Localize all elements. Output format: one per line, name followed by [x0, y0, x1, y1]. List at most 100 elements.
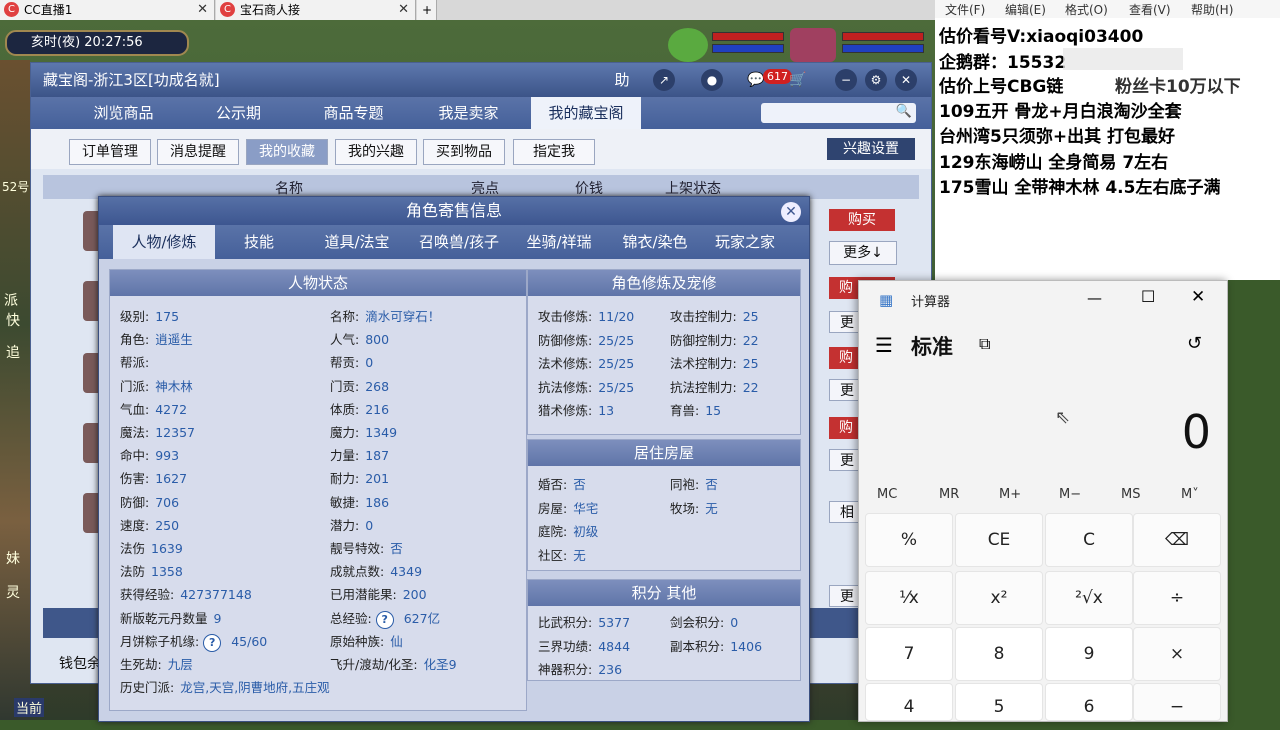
- designated-me-button[interactable]: 指定我: [513, 139, 595, 165]
- field-label: 社区:: [538, 547, 568, 563]
- notepad-line: 109五开 骨龙+月白浪淘沙全套: [939, 102, 1182, 122]
- record-icon[interactable]: ●: [701, 69, 723, 91]
- maximize-icon[interactable]: ☐: [1141, 287, 1155, 306]
- col-name: 名称: [275, 181, 303, 197]
- search-input[interactable]: 🔍: [761, 103, 916, 123]
- menu-help[interactable]: 帮助(H): [1191, 1, 1233, 18]
- field-value: 无: [573, 547, 586, 563]
- calc-key-op-2-3[interactable]: ×: [1133, 627, 1221, 681]
- order-management-button[interactable]: 订单管理: [69, 139, 151, 165]
- menu-edit[interactable]: 编辑(E): [1005, 1, 1046, 18]
- memory-subtract-button[interactable]: M−: [1059, 487, 1081, 502]
- menu-file[interactable]: 文件(F): [945, 1, 985, 18]
- buy-button[interactable]: 购买: [829, 209, 895, 231]
- help-icon[interactable]: ?: [203, 633, 222, 652]
- status-field: 气血: 4272: [120, 399, 187, 418]
- cbg-subnav: 订单管理 消息提醒 我的收藏 我的兴趣 买到物品 指定我 兴趣设置: [31, 129, 931, 169]
- calc-key-op-3-3[interactable]: −: [1133, 683, 1221, 721]
- points-field: 比武积分: 5377: [538, 612, 630, 631]
- field-value: 993: [155, 448, 180, 464]
- character-portrait-icon: [790, 28, 836, 62]
- close-icon[interactable]: ✕: [895, 69, 917, 91]
- calc-key-4[interactable]: 4: [865, 683, 953, 721]
- field-label: 原始种族:: [330, 633, 385, 649]
- left-edge-text: 妹: [6, 551, 20, 567]
- purchased-items-button[interactable]: 买到物品: [423, 139, 505, 165]
- tab-browse[interactable]: 浏览商品: [71, 97, 176, 129]
- calc-key-op-1-0[interactable]: ¹⁄x: [865, 571, 953, 625]
- menu-view[interactable]: 查看(V): [1129, 1, 1171, 18]
- my-interests-button[interactable]: 我的兴趣: [335, 139, 417, 165]
- house-field: 社区: 无: [538, 545, 586, 564]
- close-tab-icon[interactable]: ✕: [197, 0, 208, 20]
- status-field: 法伤 1639: [120, 538, 183, 557]
- minimize-icon[interactable]: −: [835, 69, 857, 91]
- status-field: 生死劫: 九层: [120, 654, 193, 673]
- tab-skills[interactable]: 技能: [229, 225, 289, 259]
- settings-icon[interactable]: ⚙: [865, 69, 887, 91]
- game-left-panel: [0, 60, 30, 720]
- help-button[interactable]: 助: [611, 69, 633, 91]
- my-favorites-button[interactable]: 我的收藏: [246, 139, 328, 165]
- cultivation-field: 攻击修炼: 11/20: [538, 306, 634, 325]
- current-channel-button[interactable]: 当前: [14, 698, 45, 717]
- more-button[interactable]: 更多↓: [829, 241, 897, 265]
- field-value: 45/60: [231, 633, 268, 649]
- tab-character[interactable]: 人物/修炼: [113, 225, 215, 259]
- calc-key-op-0-2[interactable]: C: [1045, 513, 1133, 567]
- browser-tab-gem[interactable]: C 宝石商人接 ✕: [216, 0, 416, 20]
- history-icon[interactable]: ↺: [1187, 333, 1202, 354]
- memory-recall-button[interactable]: MR: [939, 487, 959, 502]
- status-field: 级别: 175: [120, 306, 179, 325]
- keep-on-top-icon[interactable]: ⧉: [979, 334, 990, 354]
- calc-key-7[interactable]: 7: [865, 627, 953, 681]
- character-status-section: 人物状态 级别: 175 角色: 逍遥生 帮派: 门派: 神木林 气血: 4272 魔法: 1235…: [109, 269, 527, 711]
- new-tab-button[interactable]: +: [417, 0, 437, 20]
- message-reminder-button[interactable]: 消息提醒: [157, 139, 239, 165]
- memory-clear-button[interactable]: MC: [877, 487, 897, 502]
- calculator-mode: 标准: [911, 335, 953, 359]
- calc-key-op-1-2[interactable]: ²√x: [1045, 571, 1133, 625]
- cart-icon[interactable]: 🛒: [787, 69, 809, 91]
- menu-icon[interactable]: ☰: [875, 333, 893, 357]
- close-icon[interactable]: ✕: [1191, 287, 1205, 307]
- calc-key-op-0-1[interactable]: CE: [955, 513, 1043, 567]
- field-label: 房屋:: [538, 500, 568, 516]
- calc-key-5[interactable]: 5: [955, 683, 1043, 721]
- tab-outfits[interactable]: 锦衣/染色: [609, 225, 701, 259]
- interest-settings-button[interactable]: 兴趣设置: [827, 138, 915, 160]
- tab-public[interactable]: 公示期: [191, 97, 286, 129]
- calc-key-9[interactable]: 9: [1045, 627, 1133, 681]
- tab-seller[interactable]: 我是卖家: [416, 97, 521, 129]
- browser-tab-cc[interactable]: C CC直播1 ✕: [0, 0, 215, 20]
- col-price: 价钱: [575, 181, 603, 197]
- field-value: 706: [155, 494, 180, 510]
- tab-mounts[interactable]: 坐骑/祥瑞: [513, 225, 605, 259]
- tab-items[interactable]: 道具/法宝: [311, 225, 403, 259]
- share-icon[interactable]: ↗: [653, 69, 675, 91]
- tab-topics[interactable]: 商品专题: [301, 97, 406, 129]
- tab-pets[interactable]: 召唤兽/孩子: [407, 225, 511, 259]
- help-icon[interactable]: ?: [375, 610, 394, 629]
- field-value: 13: [598, 403, 615, 418]
- memory-list-button[interactable]: M˅: [1181, 487, 1199, 502]
- menu-format[interactable]: 格式(O): [1065, 1, 1108, 18]
- close-tab-icon[interactable]: ✕: [398, 0, 409, 20]
- calc-key-op-0-3[interactable]: ⌫: [1133, 513, 1221, 567]
- search-icon[interactable]: 🔍: [896, 104, 912, 119]
- minimize-icon[interactable]: —: [1087, 289, 1102, 307]
- field-value: 22: [742, 379, 759, 395]
- field-value: 427377148: [180, 587, 252, 603]
- memory-add-button[interactable]: M+: [999, 487, 1021, 502]
- tab-player-home[interactable]: 玩家之家: [705, 225, 785, 259]
- tab-my-cbg[interactable]: 我的藏宝阁: [531, 97, 641, 129]
- house-section: 居住房屋 婚否: 否同袍: 否房屋: 华宅 牧场: 无庭院: 初级 社区: 无: [527, 439, 801, 571]
- field-label: 猎术修炼:: [538, 403, 593, 418]
- calc-key-op-0-0[interactable]: %: [865, 513, 953, 567]
- calc-key-op-1-1[interactable]: x²: [955, 571, 1043, 625]
- calc-key-op-1-3[interactable]: ÷: [1133, 571, 1221, 625]
- close-icon[interactable]: ✕: [781, 202, 801, 222]
- calc-key-6[interactable]: 6: [1045, 683, 1133, 721]
- calc-key-8[interactable]: 8: [955, 627, 1043, 681]
- memory-store-button[interactable]: MS: [1121, 487, 1140, 502]
